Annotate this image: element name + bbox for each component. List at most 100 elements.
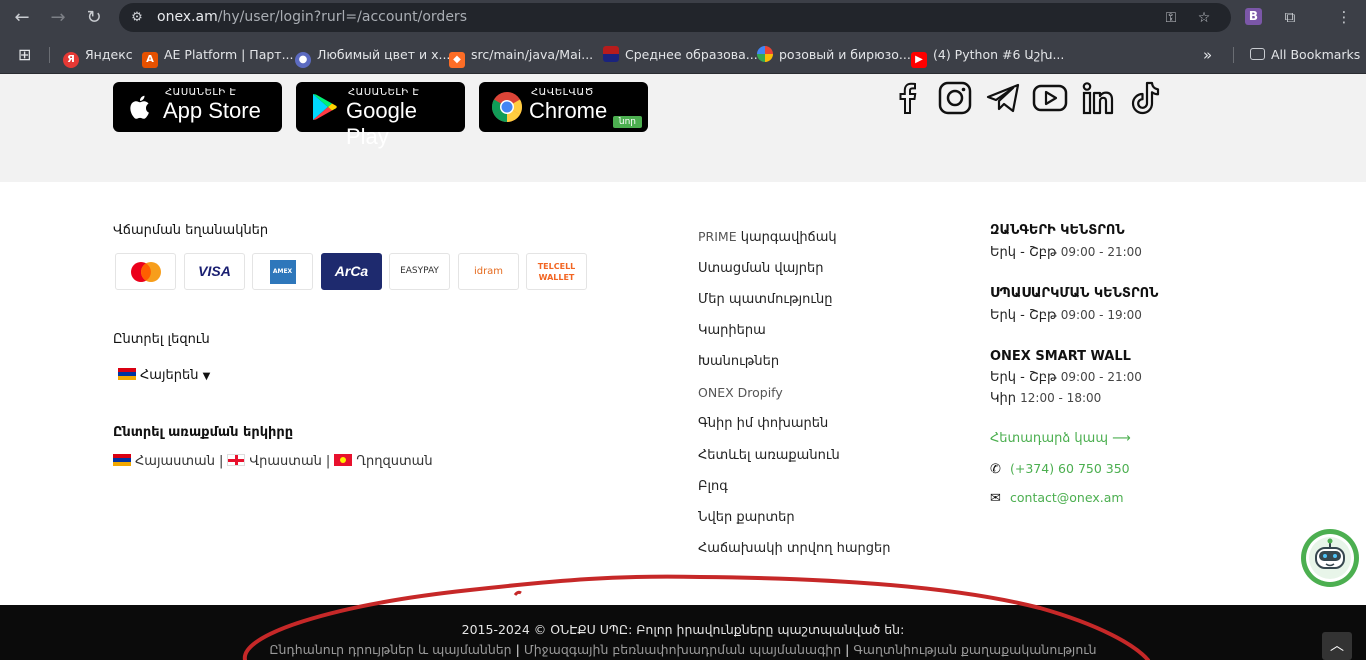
back-icon[interactable]: ← xyxy=(10,6,34,30)
country-armenia[interactable]: Հայաստան xyxy=(113,454,215,469)
telcell-wallet-logo: TELCELL WALLET xyxy=(526,253,587,290)
menu-kebab-icon[interactable]: ⋮ xyxy=(1334,7,1354,27)
country-separator: | xyxy=(218,454,224,469)
email-row[interactable]: ✉ contact@onex.am xyxy=(990,490,1124,506)
menu-prime-status[interactable]: PRIME կարգավիճակ xyxy=(698,229,837,245)
all-bookmarks-folder[interactable]: All Bookmarks xyxy=(1250,46,1360,64)
call-center-title: ԶԱՆԳԵՐԻ ԿԵՆՏՐՈՆ xyxy=(990,223,1125,238)
terms-link[interactable]: Ընդհանուր դրույթներ և պայմաններ xyxy=(269,642,511,657)
browser-toolbar: ← → ↻ ⚙ onex.am/hy/user/login?rurl=/acco… xyxy=(0,0,1366,35)
apple-icon xyxy=(130,95,149,119)
payment-methods-title: Վճարման եղանակներ xyxy=(113,223,269,238)
menu-stores[interactable]: Խանութներ xyxy=(698,354,779,369)
bookmarks-bar: ⊞ Я Яндекс A AE Platform | Парт... ● Любимы… xyxy=(0,35,1366,74)
visa-logo: VISA xyxy=(184,253,245,290)
privacy-policy-link[interactable]: Գաղտնիության քաղաքականություն xyxy=(853,642,1096,657)
youtube-social-icon[interactable] xyxy=(1032,80,1068,116)
gitlab-icon: ◆ xyxy=(449,52,465,68)
country-georgia[interactable]: Վրաստան xyxy=(227,454,322,469)
service-center-title: ՍՊԱՍԱՐԿՄԱՆ ԿԵՆՏՐՈՆ xyxy=(990,286,1159,301)
app-store-caption: ՀԱՍԱՆԵԼԻ Է xyxy=(165,87,237,98)
bookmark-src-main[interactable]: ◆ src/main/java/Mai... xyxy=(449,46,593,68)
country-separator: | xyxy=(325,454,331,469)
bookmarks-divider xyxy=(49,47,50,63)
bookmark-education[interactable]: Среднее образова... xyxy=(603,46,758,64)
caret-down-icon: ▼ xyxy=(202,371,211,382)
smart-wall-sunday-hours: Կիր 12:00 - 18:00 xyxy=(990,391,1102,406)
menu-pickup-points[interactable]: Ստացման վայրեր xyxy=(698,261,824,276)
footer: Վճարման եղանակներ VISA AMEX ArCa EASYPAY… xyxy=(0,182,1366,605)
language-selector[interactable]: Հայերեն ▼ xyxy=(118,368,210,383)
menu-dropify[interactable]: ONEX Dropify xyxy=(698,385,783,401)
bookmark-color[interactable]: ● Любимый цвет и х... xyxy=(295,46,450,68)
bookmark-pink-turquoise[interactable]: розовый и бирюзо... xyxy=(757,46,911,64)
instagram-icon[interactable] xyxy=(937,80,973,116)
folder-icon xyxy=(1250,48,1265,60)
forward-icon[interactable]: → xyxy=(46,6,70,30)
extensions-puzzle-icon[interactable]: ⧉ xyxy=(1280,7,1300,27)
bookmark-ae-platform[interactable]: A AE Platform | Парт... xyxy=(142,46,294,68)
ae-platform-icon: A xyxy=(142,52,158,68)
chrome-label: Chrome xyxy=(529,98,608,123)
copyright-bar: 2015-2024 © ՕՆԷՔՍ ՍՊԸ: Բոլոր իրավունքներ… xyxy=(0,605,1366,660)
linkedin-icon[interactable] xyxy=(1080,80,1116,116)
georgia-flag-icon xyxy=(227,454,246,466)
scroll-to-top-button[interactable]: ︿ xyxy=(1322,632,1352,660)
country-kyrgyzstan[interactable]: Ղրղզստան xyxy=(334,454,433,469)
google-play-label: Google Play xyxy=(346,98,417,149)
chrome-extension-badge[interactable]: ՀԱՎԵԼՎԱԾ Chrome նոր xyxy=(479,82,648,132)
more-bookmarks-chevron-icon[interactable]: » xyxy=(1203,46,1212,64)
legal-separator: | xyxy=(845,642,850,657)
reload-icon[interactable]: ↻ xyxy=(82,6,106,30)
legal-links: Ընդհանուր դրույթներ և պայմաններ | Միջազգայ… xyxy=(0,642,1366,657)
google-play-badge[interactable]: ՀԱՍԱՆԵԼԻ Է Google Play xyxy=(296,82,465,149)
menu-gift-cards[interactable]: Նվեր քարտեր xyxy=(698,510,795,525)
address-bar[interactable]: ⚙ onex.am/hy/user/login?rurl=/account/or… xyxy=(119,3,1231,32)
bookmarks-divider-2 xyxy=(1233,47,1234,63)
phone-icon: ✆ xyxy=(990,462,1001,477)
menu-track-parcel[interactable]: Հետևել առաքանուն xyxy=(698,448,840,463)
person-icon: ● xyxy=(295,52,311,68)
tiktok-icon[interactable] xyxy=(1128,80,1164,116)
kyrgyzstan-flag-icon xyxy=(334,454,353,466)
shipping-contract-link[interactable]: Միջազգային բեռնափոխադրման պայմանագիր xyxy=(524,642,841,657)
google-play-icon xyxy=(313,94,337,120)
apps-grid-icon[interactable]: ⊞ xyxy=(18,46,31,64)
menu-blog[interactable]: Բլոգ xyxy=(698,479,728,494)
bookmark-yandex[interactable]: Я Яндекс xyxy=(63,46,133,68)
chat-bot-icon[interactable] xyxy=(1300,528,1366,588)
service-center-hours: Երկ - Շբթ 09:00 - 19:00 xyxy=(990,308,1142,323)
extension-icon[interactable]: B xyxy=(1245,8,1262,25)
facebook-icon[interactable] xyxy=(890,80,926,116)
arca-logo: ArCa xyxy=(321,253,382,290)
flag-us-icon xyxy=(603,46,619,62)
language-title: Ընտրել լեզուն xyxy=(113,332,210,347)
telegram-icon[interactable] xyxy=(985,80,1021,116)
country-list: Հայաստան | Վրաստան | Ղրղզստան xyxy=(113,454,433,469)
call-center-hours: Երկ - Շբթ 09:00 - 21:00 xyxy=(990,245,1142,260)
chrome-caption: ՀԱՎԵԼՎԱԾ xyxy=(531,87,594,98)
phone-row[interactable]: ✆ (+374) 60 750 350 xyxy=(990,461,1130,477)
chrome-icon xyxy=(491,92,523,122)
url-text[interactable]: onex.am/hy/user/login?rurl=/account/orde… xyxy=(157,9,467,25)
country-title: Ընտրել առաքման երկիրը xyxy=(113,425,294,440)
smart-wall-hours: Երկ - Շբթ 09:00 - 21:00 xyxy=(990,370,1142,385)
feedback-link[interactable]: Հետադարձ կապ ⟶ xyxy=(990,431,1131,446)
youtube-icon: ▶ xyxy=(911,52,927,68)
bookmark-star-icon[interactable]: ☆ xyxy=(1194,8,1214,28)
site-info-icon[interactable]: ⚙ xyxy=(128,9,146,27)
copyright-text: 2015-2024 © ՕՆԷՔՍ ՍՊԸ: Բոլոր իրավունքներ… xyxy=(461,622,905,637)
password-key-icon[interactable]: ⚿ xyxy=(1161,8,1181,28)
bookmark-python-video[interactable]: ▶ (4) Python #6 Աշխ... xyxy=(911,46,1064,68)
google-icon xyxy=(757,46,773,62)
armenia-flag-icon xyxy=(113,454,131,466)
app-store-badge[interactable]: ՀԱՍԱՆԵԼԻ Է App Store xyxy=(113,82,282,132)
mastercard-logo xyxy=(115,253,176,290)
envelope-icon: ✉ xyxy=(990,491,1001,506)
menu-faq[interactable]: Հաճախակի տրվող հարցեր xyxy=(698,541,890,556)
menu-buy-for-me[interactable]: Գնիր իմ փոխարեն xyxy=(698,416,828,431)
armenia-flag-icon xyxy=(118,368,136,380)
menu-careers[interactable]: Կարիերա xyxy=(698,323,766,338)
menu-our-story[interactable]: Մեր պատմությունը xyxy=(698,292,833,307)
google-play-caption: ՀԱՍԱՆԵԼԻ Է xyxy=(348,87,420,98)
